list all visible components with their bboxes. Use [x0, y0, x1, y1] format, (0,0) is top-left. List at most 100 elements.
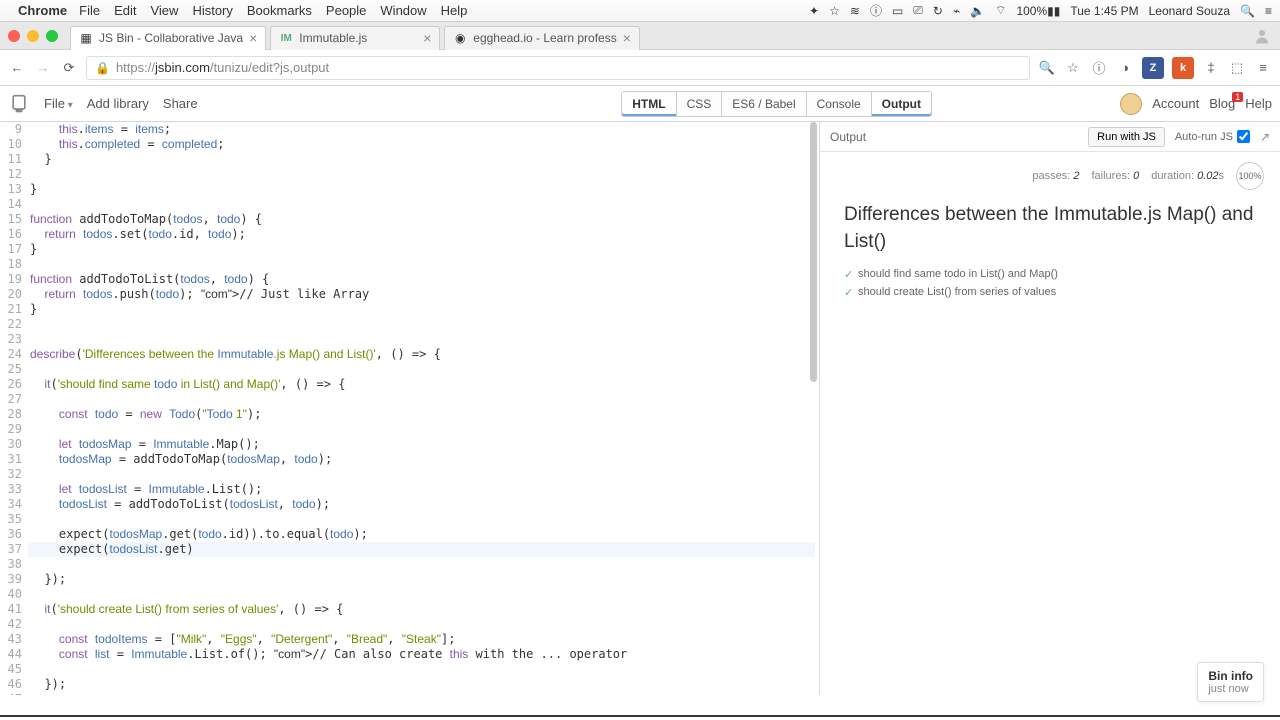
- wifi-icon[interactable]: ⌔: [995, 3, 1006, 18]
- extension-icon[interactable]: ⬚: [1228, 59, 1246, 77]
- zoom-icon[interactable]: 🔍: [1038, 59, 1056, 77]
- browser-tabs: ▦ JS Bin - Collaborative Java × IM Immut…: [70, 22, 1250, 50]
- code-content[interactable]: this.items = items; this.completed = com…: [30, 122, 819, 695]
- forward-button: →: [34, 59, 52, 77]
- favicon-icon: ▦: [79, 31, 93, 45]
- spotlight-icon[interactable]: 🔍: [1240, 4, 1255, 18]
- jsbin-panes: 9 10 11 12 13 14 15 16 17 18 19 20 21 22…: [0, 122, 1280, 695]
- autorun-checkbox[interactable]: [1237, 130, 1250, 143]
- browser-urlbar: ← → ⟳ 🔒 https://jsbin.com/tunizu/edit?js…: [0, 50, 1280, 86]
- suite-title: Differences between the Immutable.js Map…: [844, 202, 1256, 255]
- menu-people[interactable]: People: [326, 3, 366, 18]
- clock[interactable]: Tue 1:45 PM: [1070, 4, 1138, 18]
- panel-css-button[interactable]: CSS: [676, 91, 723, 117]
- favicon-icon: ◉: [453, 31, 467, 45]
- back-button[interactable]: ←: [8, 59, 26, 77]
- tab-close-icon[interactable]: ×: [249, 30, 257, 46]
- volume-icon[interactable]: 🔈: [970, 4, 985, 18]
- url-actions: 🔍 ☆ ⓘ ◑ Z k ‡ ⬚ ≡: [1038, 57, 1272, 79]
- window-close-button[interactable]: [8, 30, 20, 42]
- bluetooth-icon[interactable]: ⌁: [953, 4, 960, 18]
- browser-tab[interactable]: IM Immutable.js ×: [270, 26, 440, 50]
- editor-scrollbar[interactable]: [810, 122, 817, 382]
- bininfo-sub: just now: [1208, 683, 1253, 695]
- browser-titlebar: ▦ JS Bin - Collaborative Java × IM Immut…: [0, 22, 1280, 50]
- tab-label: JS Bin - Collaborative Java: [99, 31, 243, 45]
- tab-label: Immutable.js: [299, 31, 417, 45]
- menu-history[interactable]: History: [192, 3, 232, 18]
- info-icon[interactable]: ⓘ: [1090, 59, 1108, 77]
- tab-close-icon[interactable]: ×: [623, 30, 631, 46]
- blog-link[interactable]: Blog1: [1209, 96, 1235, 111]
- account-link[interactable]: Account: [1152, 96, 1199, 111]
- output-label: Output: [830, 130, 866, 144]
- window-divider: [0, 715, 1280, 717]
- panel-console-button[interactable]: Console: [806, 91, 872, 117]
- bininfo-title: Bin info: [1208, 669, 1253, 683]
- profile-icon[interactable]: [1250, 24, 1274, 48]
- status-icon[interactable]: ⓘ: [870, 2, 882, 19]
- status-icon[interactable]: ↻: [933, 4, 943, 18]
- panel-html-button[interactable]: HTML: [621, 91, 676, 117]
- browser-tab[interactable]: ▦ JS Bin - Collaborative Java ×: [70, 26, 266, 50]
- jsbin-account-area: Account Blog1 Help: [1120, 93, 1272, 115]
- favicon-icon: IM: [279, 31, 293, 45]
- status-icon[interactable]: ≋: [850, 4, 860, 18]
- user-name[interactable]: Leonard Souza: [1149, 4, 1230, 18]
- app-name[interactable]: Chrome: [18, 3, 67, 18]
- panel-js-button[interactable]: ES6 / Babel: [721, 91, 806, 117]
- autorun-toggle[interactable]: Auto-run JS: [1175, 130, 1250, 143]
- output-pane: Output Run with JS Auto-run JS ↗ passes:…: [820, 122, 1280, 695]
- window-maximize-button[interactable]: [46, 30, 58, 42]
- status-icon[interactable]: ☆: [829, 4, 840, 18]
- jsbin-logo-icon[interactable]: [8, 93, 30, 115]
- code-editor[interactable]: 9 10 11 12 13 14 15 16 17 18 19 20 21 22…: [0, 122, 820, 695]
- tab-close-icon[interactable]: ×: [423, 30, 431, 46]
- file-menu[interactable]: File: [44, 96, 73, 111]
- browser-tab[interactable]: ◉ egghead.io - Learn profess ×: [444, 26, 640, 50]
- window-controls: [8, 30, 58, 42]
- lock-icon: 🔒: [95, 61, 110, 75]
- avatar-icon[interactable]: [1120, 93, 1142, 115]
- test-summary: passes: 2 failures: 0 duration: 0.02s 10…: [820, 152, 1280, 196]
- window-minimize-button[interactable]: [27, 30, 39, 42]
- test-result: should create List() from series of valu…: [844, 283, 1256, 301]
- test-results: Differences between the Immutable.js Map…: [820, 196, 1280, 307]
- help-link[interactable]: Help: [1245, 96, 1272, 111]
- status-icon[interactable]: ▭: [892, 4, 903, 18]
- address-bar[interactable]: 🔒 https://jsbin.com/tunizu/edit?js,outpu…: [86, 56, 1030, 80]
- reload-button[interactable]: ⟳: [60, 59, 78, 77]
- sync-icon[interactable]: ◑: [1116, 59, 1134, 77]
- test-result: should find same todo in List() and Map(…: [844, 265, 1256, 283]
- bin-info-popup[interactable]: Bin info just now: [1197, 662, 1264, 702]
- popout-icon[interactable]: ↗: [1260, 130, 1270, 144]
- add-library-button[interactable]: Add library: [87, 96, 149, 111]
- battery-status[interactable]: 100% ▮▮: [1016, 4, 1060, 18]
- menu-bookmarks[interactable]: Bookmarks: [247, 3, 312, 18]
- menu-window[interactable]: Window: [380, 3, 426, 18]
- menu-file[interactable]: File: [79, 3, 100, 18]
- status-icon[interactable]: ✦: [809, 4, 819, 18]
- output-header: Output Run with JS Auto-run JS ↗: [820, 122, 1280, 152]
- chrome-menu-icon[interactable]: ≡: [1254, 59, 1272, 77]
- menu-icon[interactable]: ≡: [1265, 4, 1272, 18]
- extension-icon[interactable]: Z: [1142, 57, 1164, 79]
- run-button[interactable]: Run with JS: [1088, 127, 1165, 147]
- extension-icon[interactable]: ‡: [1202, 59, 1220, 77]
- blog-badge: 1: [1232, 92, 1243, 102]
- extension-icon[interactable]: k: [1172, 57, 1194, 79]
- tab-label: egghead.io - Learn profess: [473, 31, 616, 45]
- panel-output-button[interactable]: Output: [871, 91, 932, 117]
- macos-menubar: Chrome File Edit View History Bookmarks …: [0, 0, 1280, 22]
- jsbin-toolbar: File Add library Share HTML CSS ES6 / Ba…: [0, 86, 1280, 122]
- panel-toggle-group: HTML CSS ES6 / Babel Console Output: [622, 91, 932, 117]
- status-icon[interactable]: ⎚: [913, 3, 923, 18]
- menu-view[interactable]: View: [150, 3, 178, 18]
- menu-help[interactable]: Help: [441, 3, 468, 18]
- share-button[interactable]: Share: [163, 96, 198, 111]
- menu-edit[interactable]: Edit: [114, 3, 136, 18]
- bookmark-icon[interactable]: ☆: [1064, 59, 1082, 77]
- gutter: 9 10 11 12 13 14 15 16 17 18 19 20 21 22…: [0, 122, 28, 695]
- url-text: https://jsbin.com/tunizu/edit?js,output: [116, 60, 329, 75]
- pass-percent: 100%: [1236, 162, 1264, 190]
